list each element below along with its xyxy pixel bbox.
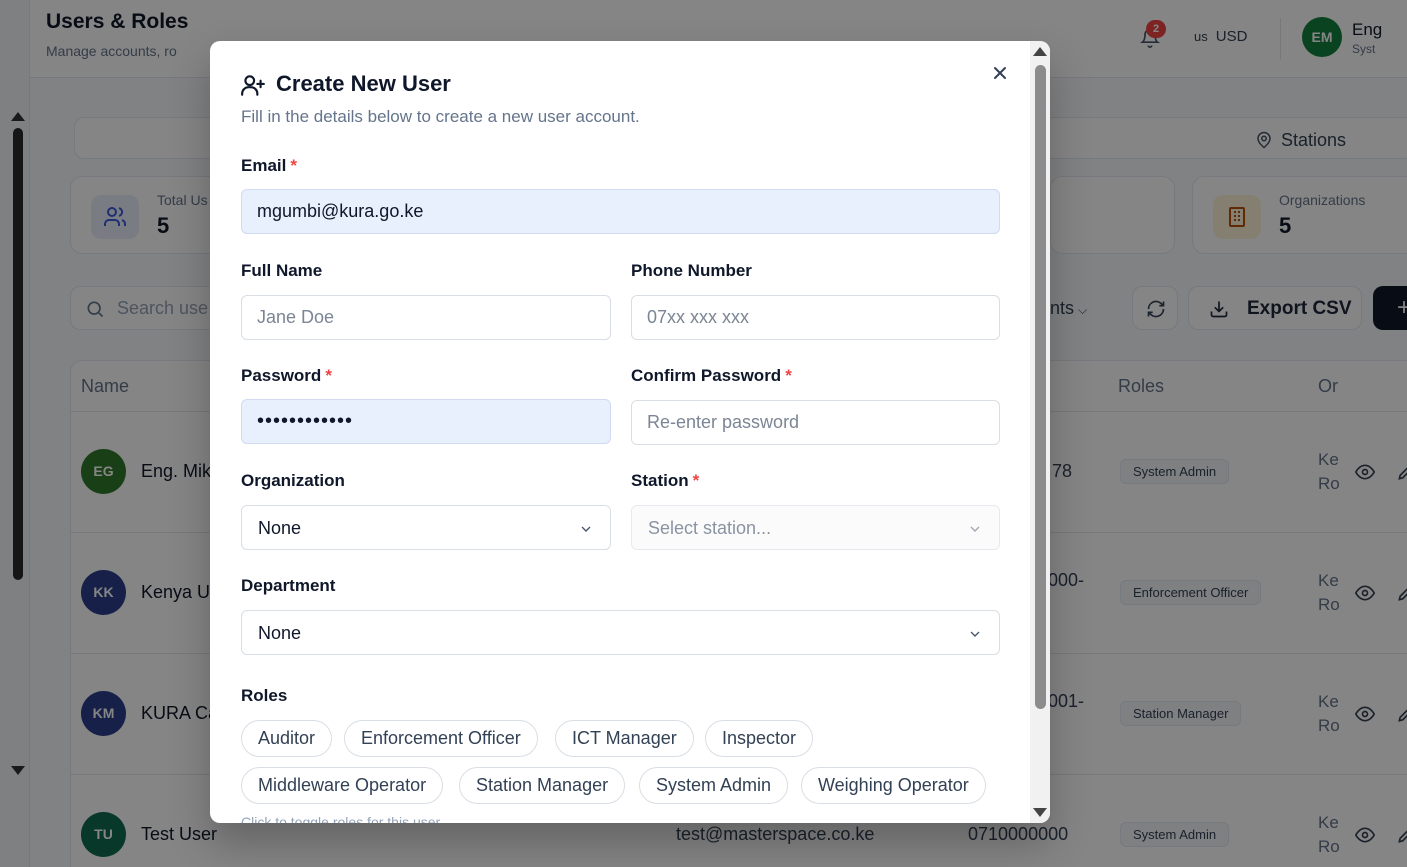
email-label: Email * — [241, 156, 297, 176]
role-chip-ict-manager[interactable]: ICT Manager — [555, 720, 694, 757]
role-chip-station-manager[interactable]: Station Manager — [459, 767, 626, 804]
chevron-down-icon — [970, 631, 980, 637]
chevron-down-icon — [970, 526, 980, 532]
role-chip-weighing-operator[interactable]: Weighing Operator — [801, 767, 986, 804]
password-label: Password * — [241, 366, 332, 386]
dialog-title: Create New User — [276, 71, 451, 96]
role-chip-enforcement-officer[interactable]: Enforcement Officer — [344, 720, 538, 757]
required-mark: * — [692, 471, 700, 490]
required-mark: * — [325, 366, 332, 385]
phone-field[interactable] — [631, 295, 1000, 340]
dialog-scroll-up[interactable] — [1033, 47, 1047, 56]
roles-hint: Click to toggle roles for this user — [241, 814, 441, 823]
close-icon[interactable] — [988, 61, 1012, 85]
organization-value: None — [258, 518, 302, 538]
required-mark: * — [785, 366, 792, 385]
department-value: None — [258, 623, 302, 643]
dialog-scroll-down[interactable] — [1033, 808, 1047, 817]
department-label: Department — [241, 576, 336, 595]
confirm-password-label: Confirm Password * — [631, 366, 792, 386]
phone-label: Phone Number — [631, 261, 752, 280]
password-field[interactable] — [241, 399, 611, 444]
department-select[interactable]: None — [241, 610, 1000, 655]
station-label: Station * — [631, 471, 699, 491]
roles-label: Roles — [241, 686, 288, 705]
role-chip-middleware-operator[interactable]: Middleware Operator — [241, 767, 444, 804]
role-chip-inspector[interactable]: Inspector — [705, 720, 814, 757]
role-chip-system-admin[interactable]: System Admin — [639, 767, 789, 804]
user-plus-icon — [241, 75, 265, 96]
chevron-down-icon — [581, 526, 591, 532]
full-name-label: Full Name — [241, 261, 323, 280]
full-name-field[interactable] — [241, 295, 611, 340]
email-label-text: Email — [241, 156, 287, 175]
dialog-description: Fill in the details below to create a ne… — [241, 107, 640, 126]
organization-select[interactable]: None — [241, 505, 611, 550]
dialog-scrollbar-thumb[interactable] — [1035, 65, 1046, 709]
role-chip-auditor[interactable]: Auditor — [241, 720, 333, 757]
email-field[interactable] — [241, 189, 1000, 234]
password-label-text: Password — [241, 366, 322, 385]
confirm-password-label-text: Confirm Password — [631, 366, 782, 385]
required-mark: * — [290, 156, 297, 175]
station-value: Select station... — [648, 518, 772, 538]
create-user-dialog: Create New User Fill in the details belo… — [210, 41, 1050, 823]
confirm-password-field[interactable] — [631, 400, 1000, 445]
station-label-text: Station — [631, 471, 689, 490]
organization-label: Organization — [241, 471, 345, 490]
station-select[interactable]: Select station... — [631, 505, 1000, 550]
